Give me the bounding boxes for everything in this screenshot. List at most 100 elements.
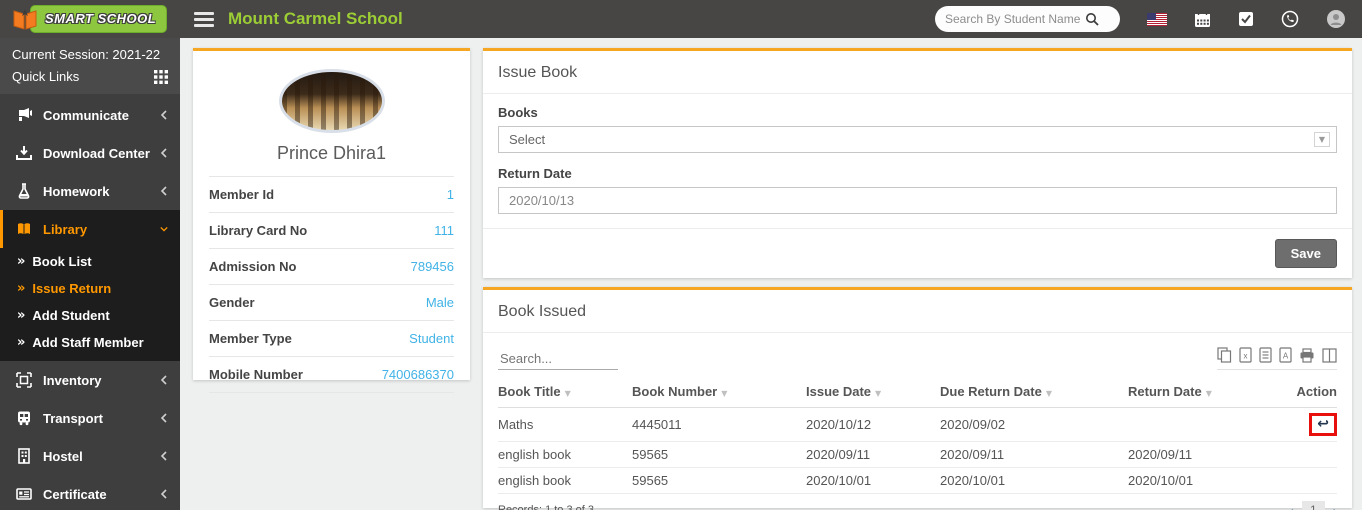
issue-book-title: Issue Book [483,51,1352,94]
csv-icon[interactable] [1259,347,1272,363]
submenu-item-issue-return[interactable]: » Issue Return [0,275,180,302]
field-gender: Gender Male [209,285,454,321]
cell-book-number: 4445011 [632,407,806,442]
submenu-item-add-student[interactable]: » Add Student [0,302,180,329]
excel-icon[interactable]: x [1239,347,1252,363]
sort-icon: ▼ [1045,389,1053,398]
sidebar-item-transport[interactable]: Transport [0,399,180,437]
cell-issue-date: 2020/09/11 [806,441,940,468]
column-visibility-icon[interactable] [1322,347,1337,363]
sort-icon: ▼ [564,389,571,398]
chevron-left-icon [160,451,167,461]
field-value: 111 [434,223,454,238]
col-book-number[interactable]: Book Number ▼ [632,376,806,408]
cell-return-date: 2020/09/11 [1128,441,1288,468]
books-select[interactable]: Select ▼ [498,126,1337,153]
chevron-left-icon [160,148,167,158]
print-icon[interactable] [1299,347,1315,363]
book-issued-title: Book Issued [483,290,1352,333]
table-search-input[interactable] [498,348,618,370]
sidebar-item-label: Hostel [43,448,83,464]
cell-due-return-date: 2020/09/11 [940,441,1128,468]
table-header-row: Book Title ▼ Book Number ▼ Issue Date ▼ Due… [498,376,1337,408]
cell-action [1288,441,1337,468]
return-book-icon[interactable]: ↩ [1317,416,1329,432]
col-return-date[interactable]: Return Date ▼ [1128,376,1288,408]
sidebar-item-communicate[interactable]: Communicate [0,96,180,134]
building-icon [18,448,30,464]
field-member-type: Member Type Student [209,321,454,357]
field-value: Student [409,331,454,346]
search-icon[interactable] [1085,12,1099,26]
chevron-left-icon [160,186,167,196]
sort-icon: ▼ [1205,389,1212,398]
col-book-title[interactable]: Book Title ▼ [498,376,632,408]
certificate-icon [16,488,32,500]
current-session-label: Current Session: 2021-22 [12,47,161,62]
member-fields: Member Id 1 Library Card No 111 Admissio… [209,176,454,393]
page-number-button[interactable]: 1 [1301,501,1325,510]
member-profile-card: Prince Dhira1 Member Id 1 Library Card N… [193,48,470,393]
bullet-icon: » [17,254,26,269]
copy-icon[interactable] [1217,347,1232,363]
sidebar-item-label: Certificate [43,486,107,502]
submenu-item-add-staff-member[interactable]: » Add Staff Member [0,329,180,356]
dropdown-arrow-icon: ▼ [1313,132,1330,147]
language-flag-icon[interactable] [1147,12,1167,26]
col-due-return-date[interactable]: Due Return Date ▼ [940,376,1128,408]
submenu-item-book-list[interactable]: » Book List [0,248,180,275]
records-info: Records: 1 to 3 of 3 [498,504,594,510]
submenu-item-label: Issue Return [32,281,112,296]
export-buttons: x A [1217,347,1337,370]
student-search-input[interactable] [945,12,1085,26]
grid-icon[interactable] [154,69,168,84]
submenu-item-label: Book List [32,254,92,269]
member-name: Prince Dhira1 [276,143,387,163]
cell-action [1288,467,1337,494]
field-label: Gender [209,295,255,310]
prev-page-button[interactable]: ‹ [1290,503,1294,510]
return-date-input[interactable] [498,187,1337,214]
sidebar-toggle-icon[interactable] [194,9,214,30]
sidebar-item-homework[interactable]: Homework [0,172,180,210]
field-value: 7400686370 [381,367,454,382]
col-issue-date[interactable]: Issue Date ▼ [806,376,940,408]
brand-logo[interactable]: SMART SCHOOL [0,5,180,33]
submenu-item-label: Add Staff Member [32,335,144,350]
pdf-icon[interactable]: A [1279,347,1292,363]
calendar-icon[interactable] [1194,11,1211,28]
cell-issue-date: 2020/10/12 [806,407,940,442]
member-photo [278,69,385,133]
cell-book-number: 59565 [632,441,806,468]
sidebar-item-label: Transport [43,410,103,426]
brand-name: SMART SCHOOL [45,11,157,26]
sidebar-item-download-center[interactable]: Download Center [0,134,180,172]
chevron-left-icon [160,375,167,385]
brand-pill: SMART SCHOOL [30,5,168,33]
chevron-left-icon [160,489,167,499]
topbar-actions [935,6,1362,32]
tasks-icon[interactable] [1238,11,1254,27]
field-label: Member Type [209,331,292,346]
quick-links[interactable]: Quick Links [12,69,168,84]
sidebar-item-hostel[interactable]: Hostel [0,437,180,475]
app-window: SMART SCHOOL Mount Carmel School Search … [0,0,1362,510]
next-page-button[interactable]: › [1333,503,1337,510]
sort-icon: ▼ [875,389,882,398]
sidebar-item-certificate[interactable]: Certificate [0,475,180,510]
bus-icon [18,411,30,426]
flask-icon [18,183,30,199]
field-library-card-no: Library Card No 111 [209,213,454,249]
sidebar-item-label: Homework [43,183,110,199]
save-button[interactable]: Save [1274,239,1337,268]
whatsapp-icon[interactable] [1281,10,1299,28]
pagination: ‹ 1 › [1290,501,1337,510]
user-avatar[interactable] [1326,9,1346,29]
sort-icon: ▼ [721,389,728,398]
cell-book-title: Maths [498,407,632,442]
student-search-box[interactable] [935,6,1120,32]
issue-book-card: Issue Book Books Select ▼ Return Date Sa… [483,48,1352,278]
sidebar-item-library[interactable]: Library [0,210,180,248]
sidebar-item-inventory[interactable]: Inventory [0,361,180,399]
quick-links-label: Quick Links [12,69,80,84]
